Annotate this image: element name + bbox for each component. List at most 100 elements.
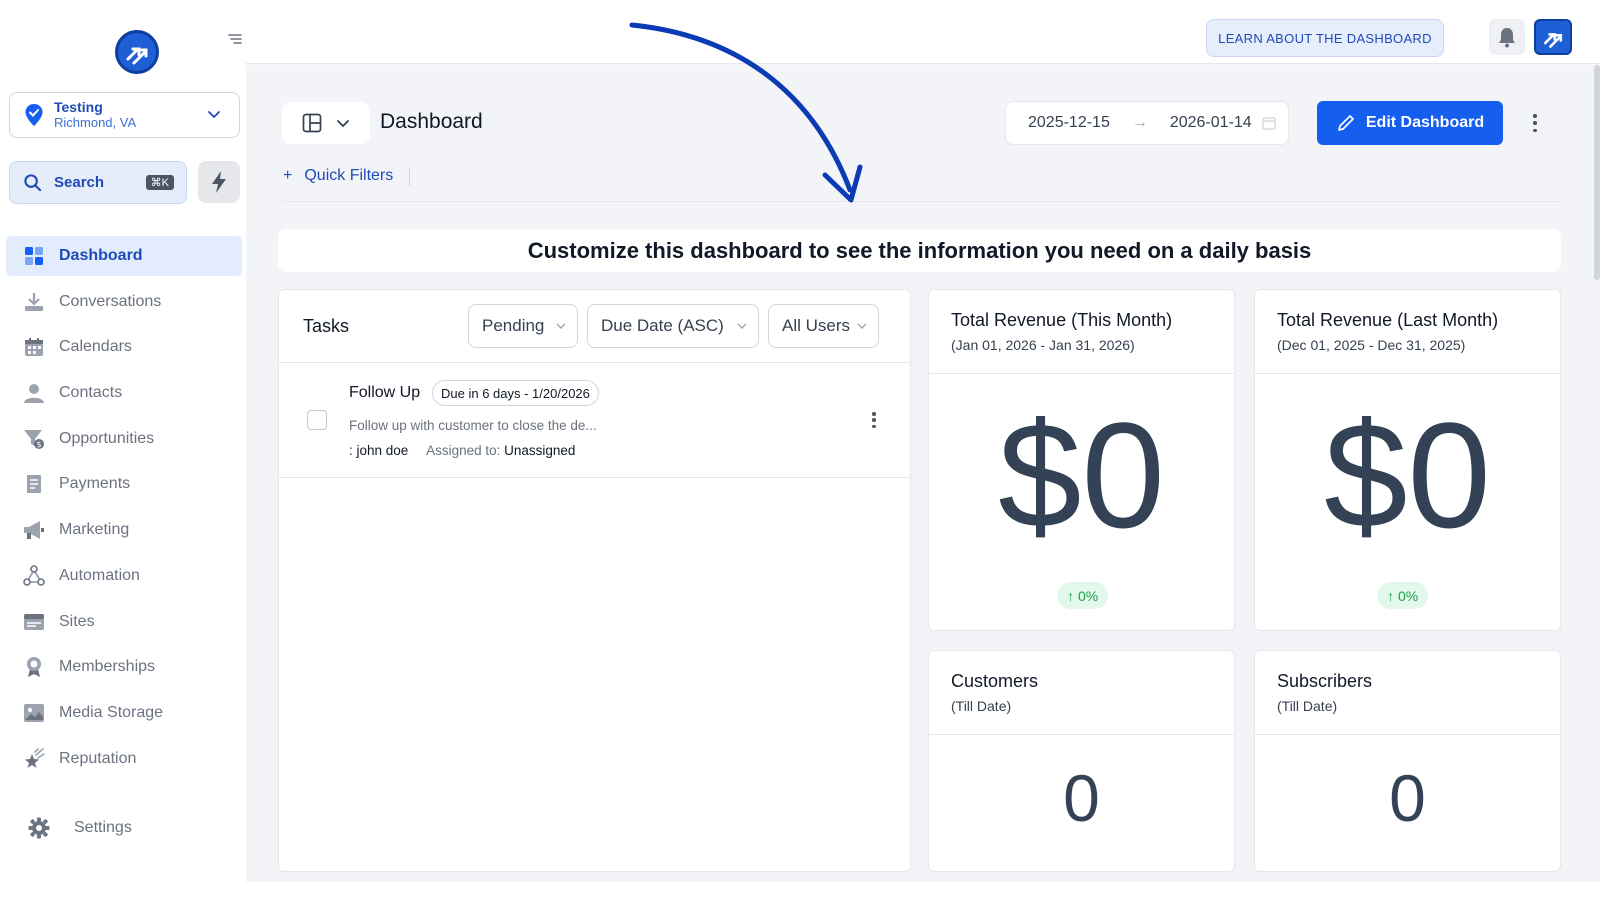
card-title: Subscribers xyxy=(1277,671,1373,691)
card-subtitle: (Till Date) xyxy=(951,698,1012,714)
location-city: Richmond, VA xyxy=(54,115,137,130)
users-filter-select[interactable]: All Users xyxy=(768,304,879,348)
users-filter-value: All Users xyxy=(782,316,851,335)
sidebar-nav: Dashboard Conversations Calendars Contac… xyxy=(6,236,242,784)
task-name: Follow Up xyxy=(349,384,421,401)
search-shortcut-badge: ⌘K xyxy=(145,175,174,190)
shooting-star-icon xyxy=(23,747,45,770)
notification-bell-icon[interactable] xyxy=(1489,19,1525,55)
task-description: Follow up with customer to close the de.… xyxy=(349,418,597,433)
sidebar-item-label: Automation xyxy=(59,566,140,584)
sidebar-item-conversations[interactable]: Conversations xyxy=(6,282,242,322)
card-header: Total Revenue (Last Month) (Dec 01, 2025… xyxy=(1255,290,1560,374)
arrow-up-icon: ↑ xyxy=(1067,587,1074,604)
app-logo-icon[interactable] xyxy=(115,30,159,74)
customers-card: Customers (Till Date) 0 xyxy=(928,650,1235,872)
sidebar-item-automation[interactable]: Automation xyxy=(6,556,242,596)
sidebar-item-reputation[interactable]: Reputation xyxy=(6,739,242,779)
page-scrollbar[interactable] xyxy=(1594,65,1600,280)
collapse-menu-icon[interactable] xyxy=(228,32,242,46)
sidebar-item-label: Calendars xyxy=(59,338,132,356)
sidebar-item-opportunities[interactable]: $ Opportunities xyxy=(6,419,242,459)
location-switcher[interactable]: Testing Richmond, VA xyxy=(9,92,240,138)
divider xyxy=(282,201,1561,202)
sidebar-item-label: Memberships xyxy=(59,658,156,676)
status-filter-value: Pending xyxy=(482,316,545,335)
megaphone-icon xyxy=(23,519,45,541)
chevron-down-icon xyxy=(857,323,867,329)
location-pin-icon xyxy=(25,104,43,126)
sort-filter-value: Due Date (ASC) xyxy=(601,316,724,335)
sidebar-item-dashboard[interactable]: Dashboard xyxy=(6,236,242,276)
date-range-picker[interactable]: 2025-12-15 → 2026-01-14 xyxy=(1005,101,1289,145)
quick-filters-button[interactable]: + Quick Filters xyxy=(283,167,393,185)
sidebar-item-marketing[interactable]: Marketing xyxy=(6,510,242,550)
sidebar-item-payments[interactable]: Payments xyxy=(6,464,242,504)
arrow-up-icon: ↑ xyxy=(1387,587,1394,604)
sidebar-item-memberships[interactable]: Memberships xyxy=(6,647,242,687)
chevron-down-icon xyxy=(737,323,747,329)
status-filter-select[interactable]: Pending xyxy=(468,304,578,348)
more-options-icon[interactable] xyxy=(1530,112,1540,134)
task-row[interactable]: Follow Up Due in 6 days - 1/20/2026 Foll… xyxy=(279,363,910,478)
customize-banner: Customize this dashboard to see the info… xyxy=(278,229,1561,272)
browser-window-icon xyxy=(23,611,45,633)
quick-filters-label: Quick Filters xyxy=(304,167,394,184)
person-icon xyxy=(23,382,45,404)
card-subtitle: (Dec 01, 2025 - Dec 31, 2025) xyxy=(1277,337,1466,353)
search-label: Search xyxy=(54,174,105,191)
receipt-icon xyxy=(23,473,45,495)
revenue-last-month-card: Total Revenue (Last Month) (Dec 01, 2025… xyxy=(1254,289,1561,631)
card-value: 0 xyxy=(1389,761,1426,835)
sidebar-item-label: Sites xyxy=(59,612,95,630)
sidebar-item-label: Opportunities xyxy=(59,429,155,447)
tasks-widget: Tasks Pending Due Date (ASC) All Users F… xyxy=(278,289,911,872)
task-contact-link[interactable]: : john doe xyxy=(349,443,408,458)
sidebar-item-label: Reputation xyxy=(59,749,137,767)
workflow-nodes-icon xyxy=(23,565,45,587)
calendar-icon xyxy=(23,336,45,358)
date-range-end: 2026-01-14 xyxy=(1169,114,1252,131)
plus-icon: + xyxy=(283,167,293,184)
card-value: 0 xyxy=(1063,761,1100,835)
task-assigned-label: Assigned to: xyxy=(426,443,501,458)
card-header: Customers (Till Date) xyxy=(929,651,1234,735)
dashboard-grid-icon xyxy=(23,245,45,267)
task-complete-checkbox[interactable] xyxy=(307,410,327,430)
tasks-header: Tasks Pending Due Date (ASC) All Users xyxy=(279,290,910,363)
learn-about-dashboard-button[interactable]: LEARN ABOUT THE DASHBOARD xyxy=(1206,19,1444,57)
card-title: Total Revenue (This Month) xyxy=(951,310,1173,330)
sidebar-item-contacts[interactable]: Contacts xyxy=(6,373,242,413)
top-bar: LEARN ABOUT THE DASHBOARD xyxy=(246,0,1600,64)
task-due-badge: Due in 6 days - 1/20/2026 xyxy=(432,380,599,406)
chevron-down-icon xyxy=(556,323,566,329)
card-title: Total Revenue (Last Month) xyxy=(1277,310,1499,330)
sort-filter-select[interactable]: Due Date (ASC) xyxy=(587,304,759,348)
search-button[interactable]: Search ⌘K xyxy=(9,161,187,204)
card-subtitle: (Till Date) xyxy=(1277,698,1338,714)
card-value: $0 xyxy=(1324,391,1491,559)
task-assigned-value: Unassigned xyxy=(504,443,576,458)
task-more-options-icon[interactable] xyxy=(871,412,877,428)
calendar-icon xyxy=(1262,117,1276,130)
card-delta-value: 0% xyxy=(1078,587,1099,604)
sidebar-item-calendars[interactable]: Calendars xyxy=(6,327,242,367)
pencil-icon xyxy=(1338,115,1354,131)
chevron-down-icon xyxy=(337,120,349,128)
card-value: $0 xyxy=(998,391,1165,559)
user-avatar[interactable] xyxy=(1534,19,1572,55)
search-icon xyxy=(24,174,42,192)
award-badge-icon xyxy=(23,656,45,678)
card-subtitle: (Jan 01, 2026 - Jan 31, 2026) xyxy=(951,337,1135,353)
sidebar-item-media-storage[interactable]: Media Storage xyxy=(6,693,242,733)
quick-actions-button[interactable] xyxy=(198,161,240,203)
sidebar-item-label: Payments xyxy=(59,475,131,493)
edit-dashboard-button[interactable]: Edit Dashboard xyxy=(1317,101,1503,145)
date-range-start: 2025-12-15 xyxy=(1028,114,1110,131)
chevron-down-icon xyxy=(208,111,220,119)
card-delta-badge: ↑ 0% xyxy=(1057,582,1109,609)
divider xyxy=(409,168,410,186)
sidebar-item-settings[interactable]: Settings xyxy=(28,817,132,839)
dashboard-switcher-button[interactable] xyxy=(282,102,370,144)
sidebar-item-sites[interactable]: Sites xyxy=(6,602,242,642)
